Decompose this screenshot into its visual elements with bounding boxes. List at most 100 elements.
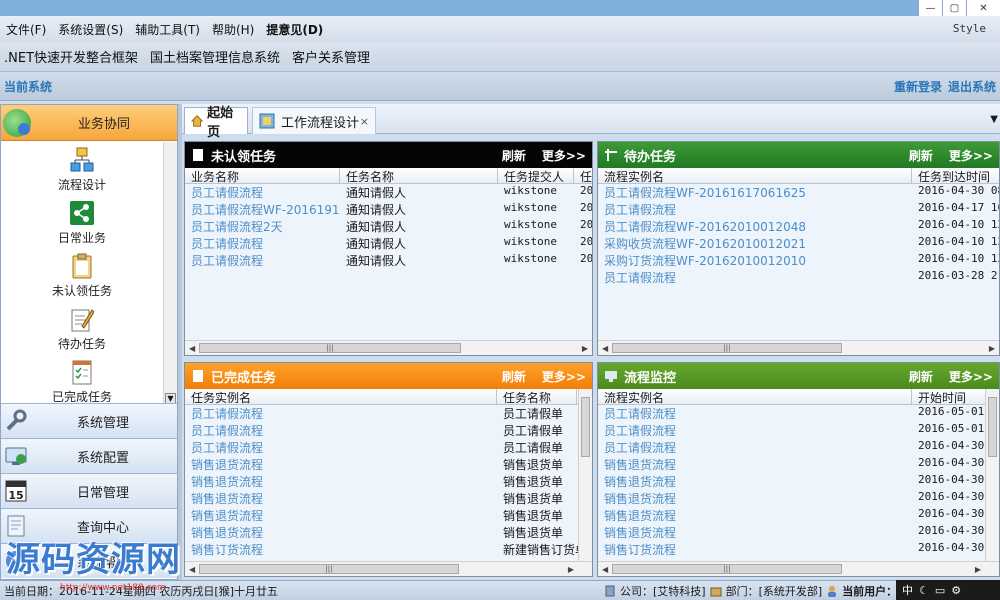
scroll-left-icon[interactable]: ◀ [189,344,195,353]
sidebar-splitter[interactable] [178,104,182,580]
sidebar-scrollbar[interactable]: ▼ [163,142,177,406]
menu-tools[interactable]: 辅助工具(T) [129,21,206,38]
column-header[interactable]: 流程实例名 [598,168,912,183]
sidebar-group-system-management[interactable]: 系统管理 [1,403,177,438]
close-button[interactable]: ✕ [966,0,1000,16]
horizontal-scrollbar[interactable]: ◀ ||| ▶ [185,340,592,355]
table-row[interactable]: 员工请假流程WF-201620100120482016-04-10 13:2 [598,218,999,235]
ime-toolbar[interactable]: 中 ☾ ▭ ⚙ [896,580,1000,600]
scroll-thumb[interactable]: ||| [199,564,459,574]
table-row[interactable]: 销售退货流程 销售退货单 [185,490,592,507]
table-row[interactable]: 采购订货流程WF-201620100120102016-04-10 13:2 [598,252,999,269]
settings-icon[interactable]: ⚙ [951,584,961,597]
scroll-left-icon[interactable]: ◀ [602,344,608,353]
horizontal-scrollbar[interactable]: ◀ ||| ▶ [185,561,592,576]
table-row[interactable]: 销售退货流程2016-04-30 08: [598,456,999,473]
table-row[interactable]: 销售退货流程2016-04-30 08: [598,507,999,524]
column-header[interactable]: 任务到达时间 [912,168,999,183]
scroll-thumb[interactable] [581,397,590,457]
minimize-button[interactable]: — [918,0,942,16]
table-row[interactable]: 员工请假流程WF-201616170616252016-04-30 08:3 [598,184,999,201]
sidebar-item-flow-design[interactable]: 流程设计 [1,142,163,195]
sidebar-group-collab[interactable]: 业务协同 [1,105,177,141]
style-menu[interactable]: Style [953,22,986,35]
tab-close-icon[interactable]: × [360,115,369,128]
relogin-link[interactable]: 重新登录 [894,78,942,95]
sidebar-item-daily-business[interactable]: 日常业务 [1,195,163,248]
table-row[interactable]: 销售退货流程 销售退货单 [185,524,592,541]
table-row[interactable]: 员工请假流程WF-201619100…通知请假人wikstone20 [185,201,592,218]
scroll-left-icon[interactable]: ◀ [602,565,608,574]
vertical-scrollbar[interactable] [578,389,592,561]
scroll-thumb[interactable]: ||| [612,564,842,574]
ime-language[interactable]: 中 [902,582,913,598]
sidebar-group-daily-management[interactable]: 15 日常管理 [1,473,177,508]
table-row[interactable]: 员工请假流程 员工请假单 [185,405,592,422]
table-row[interactable]: 员工请假流程2天 通知请假人 wikstone 20 [185,218,592,235]
sidebar-group-system-config[interactable]: 系统配置 [1,438,177,473]
column-header[interactable]: 任务名称 [340,168,498,183]
refresh-button[interactable]: 刷新 [502,368,526,385]
menu-file[interactable]: 文件(F) [0,21,52,38]
table-row[interactable]: 销售退货流程2016-04-30 08: [598,473,999,490]
table-row[interactable]: 采购收货流程WF-201620100120212016-04-10 13:2 [598,235,999,252]
scroll-thumb[interactable]: ||| [199,343,461,353]
refresh-button[interactable]: 刷新 [909,147,933,164]
table-row[interactable]: 员工请假流程 员工请假单 [185,439,592,456]
table-row[interactable]: 员工请假流程2016-04-17 16:5 [598,201,999,218]
column-header[interactable]: 任务名称 [497,389,577,404]
quick-crm[interactable]: 客户关系管理 [292,47,370,66]
more-link[interactable]: 更多>> [542,368,586,385]
tab-start-page[interactable]: 起始页 [184,106,248,140]
column-header[interactable]: 流程实例名 [598,389,912,404]
table-row[interactable]: 销售退货流程 销售退货单 [185,507,592,524]
maximize-button[interactable]: ▢ [942,0,966,16]
menu-help[interactable]: 帮助(H) [206,21,260,38]
sidebar-item-unclaimed[interactable]: 未认领任务 [1,248,163,301]
keyboard-icon[interactable]: ▭ [935,584,945,597]
horizontal-scrollbar[interactable]: ◀ ||| ▶ [598,340,999,355]
table-row[interactable]: 员工请假流程2016-05-01 11: [598,405,999,422]
scroll-right-icon[interactable]: ▶ [568,565,574,574]
horizontal-scrollbar[interactable]: ◀ ||| ▶ [598,561,999,576]
table-row[interactable]: 员工请假流程 员工请假单 [185,422,592,439]
tab-list-icon[interactable]: ▼ [990,114,998,125]
table-row[interactable]: 员工请假流程 通知请假人 wikstone 20 [185,235,592,252]
scroll-thumb[interactable] [988,397,997,457]
logout-link[interactable]: 退出系统 [948,78,996,95]
table-row[interactable]: 销售订货流程 新建销售订货单 [185,541,592,558]
scroll-right-icon[interactable]: ▶ [989,344,995,353]
table-row[interactable]: 销售订货流程2016-04-30 08: [598,541,999,558]
column-header[interactable]: 业务名称 [185,168,340,183]
more-link[interactable]: 更多>> [949,147,993,164]
scroll-left-icon[interactable]: ◀ [189,565,195,574]
menu-feedback[interactable]: 提意见(D) [260,21,329,38]
table-row[interactable]: 销售退货流程 销售退货单 [185,473,592,490]
scroll-right-icon[interactable]: ▶ [582,344,588,353]
scroll-right-icon[interactable]: ▶ [975,565,981,574]
column-header[interactable]: 任务实例名 [185,389,497,404]
sidebar-item-completed[interactable]: 已完成任务 [1,354,163,407]
vertical-scrollbar[interactable] [985,389,999,561]
menu-settings[interactable]: 系统设置(S) [52,21,129,38]
table-row[interactable]: 销售退货流程2016-04-30 08: [598,490,999,507]
moon-icon[interactable]: ☾ [919,584,929,597]
tab-workflow-design[interactable]: 工作流程设计 × [252,107,376,134]
refresh-button[interactable]: 刷新 [502,147,526,164]
quick-land-archive[interactable]: 国土档案管理信息系统 [150,47,280,66]
table-row[interactable]: 员工请假流程2016-04-30 08: [598,439,999,456]
scroll-thumb[interactable]: ||| [612,343,842,353]
more-link[interactable]: 更多>> [542,147,586,164]
table-row[interactable]: 员工请假流程 通知请假人 wikstone 20 [185,252,592,269]
column-header[interactable]: 任 [574,168,592,183]
table-row[interactable]: 员工请假流程2016-05-01 11: [598,422,999,439]
refresh-button[interactable]: 刷新 [909,368,933,385]
quick-net-framework[interactable]: .NET快速开发整合框架 [4,47,138,66]
sidebar-item-pending[interactable]: 待办任务 [1,301,163,354]
table-row[interactable]: 销售退货流程 销售退货单 [185,456,592,473]
more-link[interactable]: 更多>> [949,368,993,385]
table-row[interactable]: 员工请假流程 通知请假人 wikstone 20 [185,184,592,201]
table-row[interactable]: 销售退货流程2016-04-30 08: [598,524,999,541]
table-row[interactable]: 员工请假流程2016-03-28 21:4 [598,269,999,286]
column-header[interactable]: 任务提交人 [498,168,574,183]
